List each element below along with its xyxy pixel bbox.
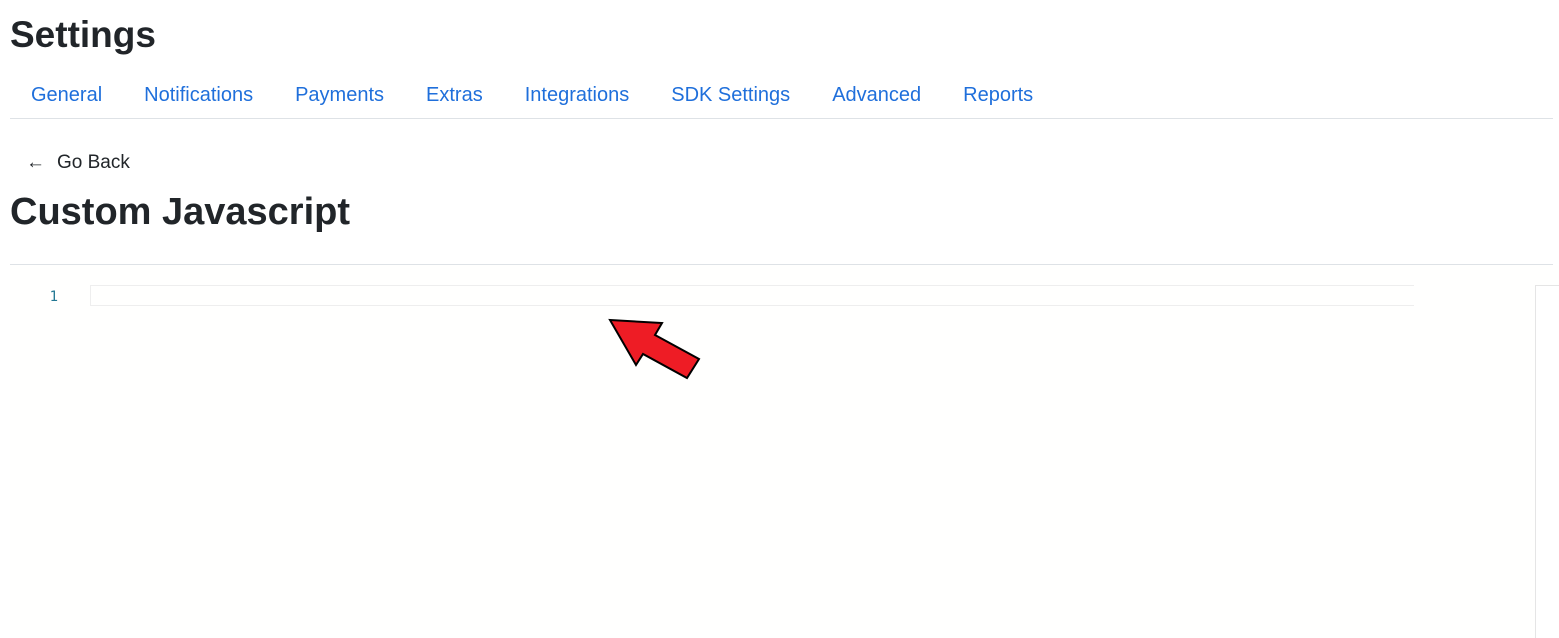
go-back-label: Go Back	[57, 152, 130, 173]
tab-general[interactable]: General	[10, 73, 123, 117]
code-input[interactable]	[90, 285, 1418, 625]
tab-extras[interactable]: Extras	[405, 73, 504, 117]
tab-integrations[interactable]: Integrations	[504, 73, 651, 117]
tab-reports[interactable]: Reports	[942, 73, 1054, 117]
tab-notifications[interactable]: Notifications	[123, 73, 274, 117]
go-back-link[interactable]: ← Go Back	[26, 150, 130, 176]
tab-payments[interactable]: Payments	[274, 73, 405, 117]
tab-sdk-settings[interactable]: SDK Settings	[650, 73, 811, 117]
vertical-scrollbar[interactable]	[1535, 285, 1559, 638]
line-number-gutter: 1	[10, 265, 80, 638]
line-number: 1	[49, 289, 58, 305]
arrow-left-icon: ←	[26, 152, 45, 173]
tab-advanced[interactable]: Advanced	[811, 73, 942, 117]
page-title: Settings	[10, 14, 156, 55]
code-editor[interactable]: 1	[10, 265, 1559, 638]
section-title: Custom Javascript	[10, 191, 351, 233]
settings-tabs: General Notifications Payments Extras In…	[10, 72, 1553, 119]
